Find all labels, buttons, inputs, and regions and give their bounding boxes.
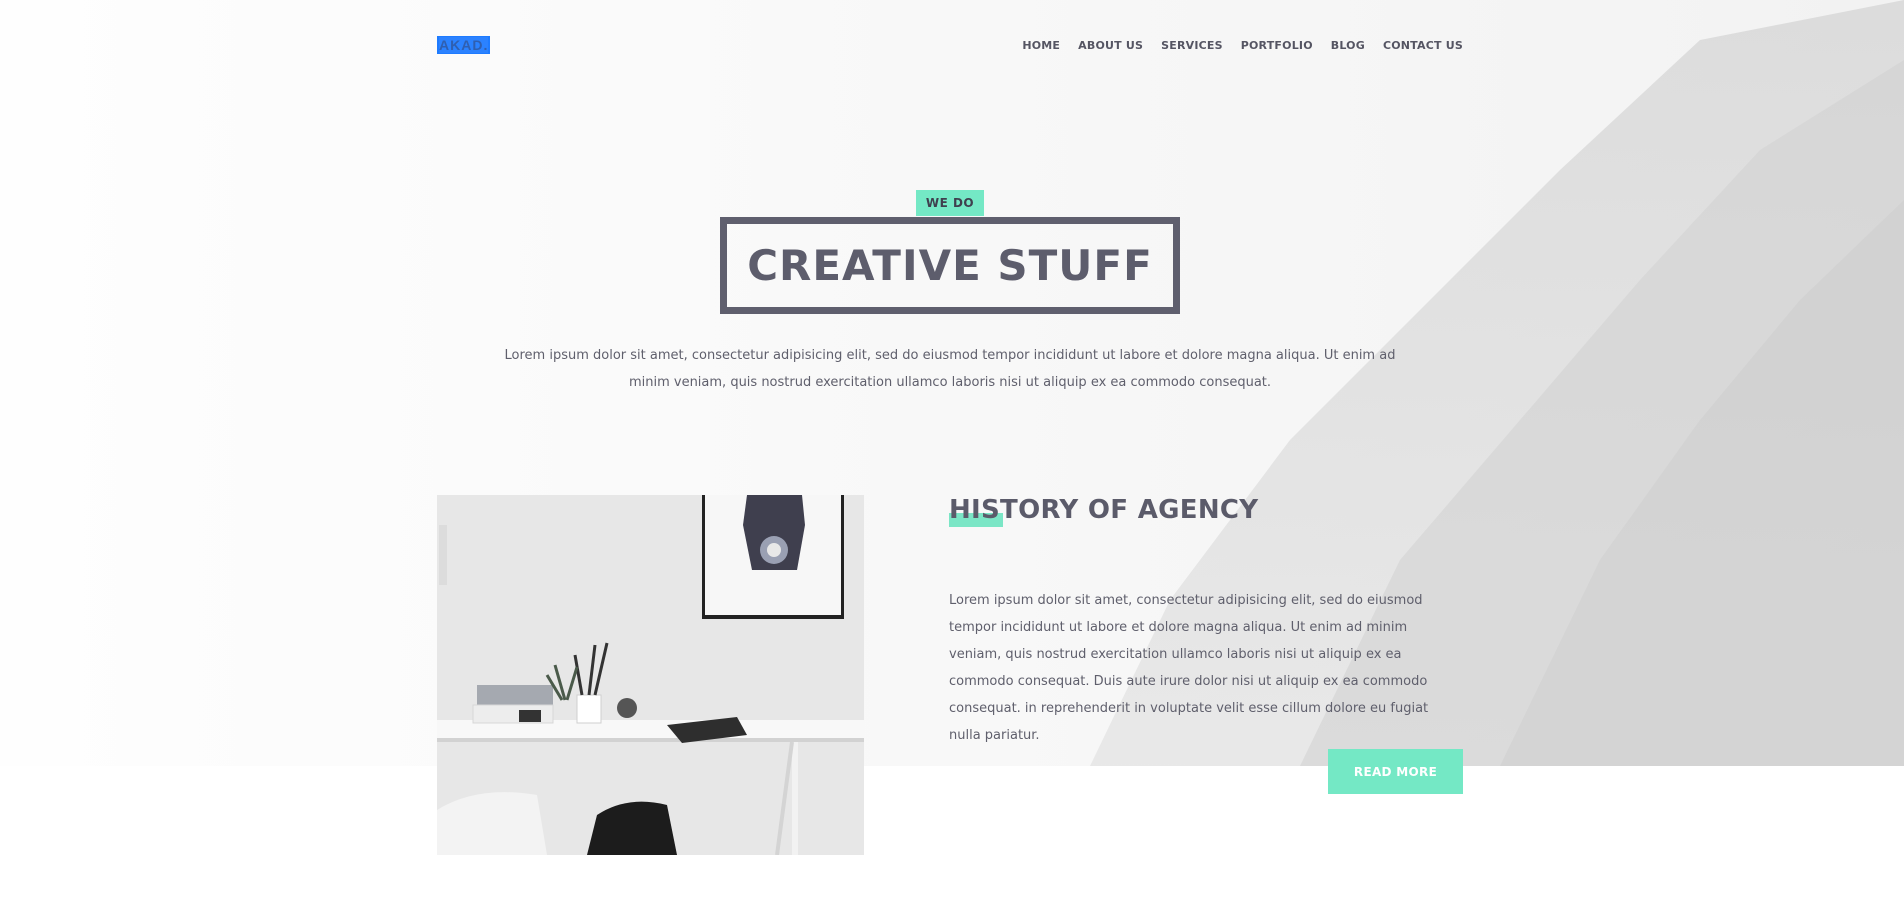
menu-item-services[interactable]: SERVICES (1161, 39, 1223, 52)
hero-section: WE DO CREATIVE STUFF Lorem ipsum dolor s… (437, 190, 1463, 396)
hero-title-box: CREATIVE STUFF (720, 217, 1180, 314)
hero-title: CREATIVE STUFF (747, 241, 1153, 290)
logo[interactable]: AKAD. (437, 36, 491, 54)
main-menu: HOME ABOUT US SERVICES PORTFOLIO BLOG CO… (1022, 39, 1463, 52)
menu-item-about-us[interactable]: ABOUT US (1078, 39, 1143, 52)
history-description: Lorem ipsum dolor sit amet, consectetur … (949, 593, 1429, 743)
history-title: HISTORY OF AGENCY (949, 495, 1259, 525)
history-section: HISTORY OF AGENCY Lorem ipsum dolor sit … (949, 495, 1463, 749)
office-desk-photo (437, 495, 864, 855)
read-more-button[interactable]: READ MORE (1328, 749, 1463, 794)
menu-item-contact-us[interactable]: CONTACT US (1383, 39, 1463, 52)
menu-item-portfolio[interactable]: PORTFOLIO (1241, 39, 1313, 52)
top-navbar: AKAD. HOME ABOUT US SERVICES PORTFOLIO B… (437, 30, 1463, 60)
menu-item-home[interactable]: HOME (1022, 39, 1060, 52)
hero-description: Lorem ipsum dolor sit amet, consectetur … (504, 348, 1396, 390)
we-do-badge: WE DO (915, 190, 985, 216)
history-title-wrap: HISTORY OF AGENCY (949, 495, 1463, 537)
menu-item-blog[interactable]: BLOG (1331, 39, 1365, 52)
